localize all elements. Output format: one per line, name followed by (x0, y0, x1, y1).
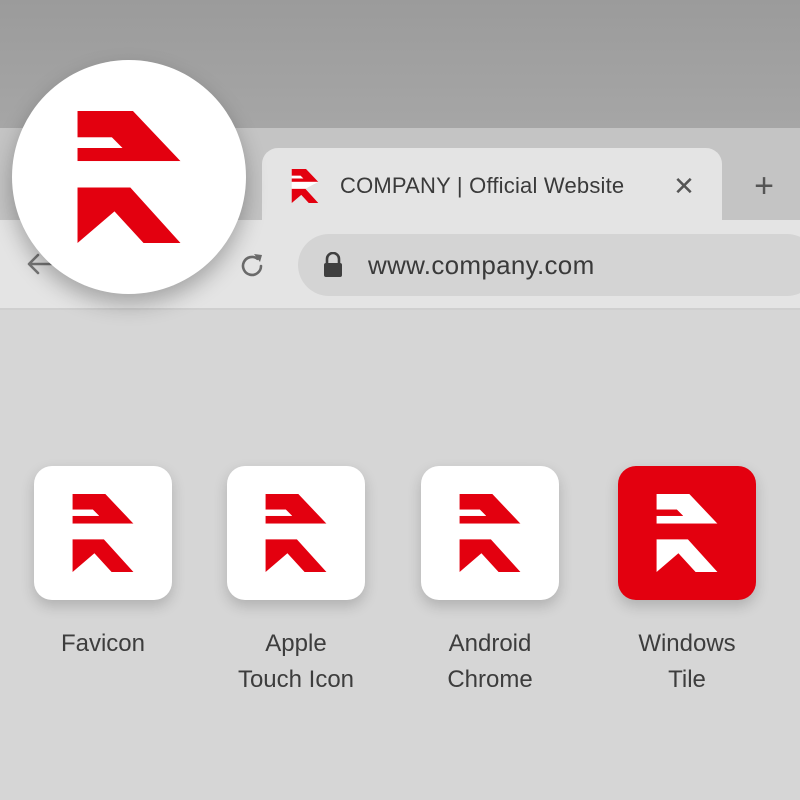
tab-title: COMPANY | Official Website (340, 173, 625, 198)
lock-icon (324, 252, 342, 277)
apple-touch-icon-label: Apple Touch Icon (237, 630, 355, 693)
reload-button[interactable] (232, 246, 272, 286)
favicon-card (34, 466, 172, 600)
android-chrome-label: Android Chrome (447, 630, 533, 693)
address-bar[interactable]: www.company.com (298, 234, 800, 296)
new-tab-button[interactable]: + (742, 164, 786, 208)
windows-tile-label: Windows Tile (638, 630, 736, 693)
windows-tile-card (618, 466, 756, 600)
tab-company-website[interactable]: COMPANY | Official Website ✕ (262, 148, 722, 224)
brand-r-logo-icon (265, 494, 327, 572)
zoomed-favicon-badge (12, 60, 246, 294)
close-icon[interactable]: ✕ (670, 172, 698, 200)
reload-icon (241, 254, 263, 277)
brand-r-logo-icon (459, 494, 521, 572)
brand-r-logo-icon (77, 111, 181, 243)
apple-touch-icon-card (227, 466, 365, 600)
brand-r-logo-icon (291, 169, 319, 203)
android-chrome-card (421, 466, 559, 600)
favicon-label: Favicon (60, 630, 146, 657)
url-text: www.company.com (368, 249, 595, 280)
brand-r-logo-icon (72, 494, 134, 572)
brand-r-logo-icon (656, 494, 718, 572)
